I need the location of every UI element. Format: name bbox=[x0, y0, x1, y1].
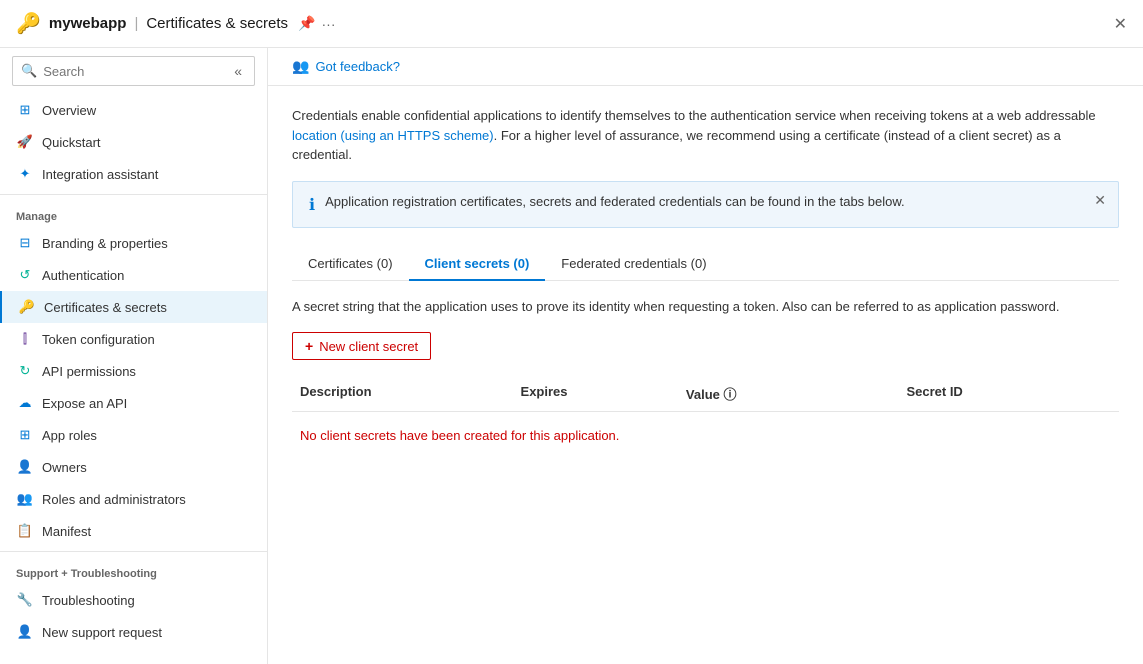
approles-icon: ⊞ bbox=[16, 426, 34, 444]
info-banner: ℹ Application registration certificates,… bbox=[292, 181, 1119, 228]
sidebar-item-new-support[interactable]: 👤 New support request bbox=[0, 616, 267, 648]
app-icon: 🔑 bbox=[16, 11, 41, 36]
token-icon: ⫿ bbox=[16, 330, 34, 348]
sidebar-item-quickstart[interactable]: 🚀 Quickstart bbox=[0, 126, 267, 158]
sidebar-item-certificates[interactable]: 🔑 Certificates & secrets bbox=[0, 291, 267, 323]
sidebar-item-manifest[interactable]: 📋 Manifest bbox=[0, 515, 267, 547]
tab-client-secrets[interactable]: Client secrets (0) bbox=[409, 248, 546, 281]
sidebar-label-branding: Branding & properties bbox=[42, 236, 168, 251]
sidebar-divider-support bbox=[0, 551, 267, 552]
sidebar-label-authentication: Authentication bbox=[42, 268, 124, 283]
table-header: Description Expires Value ⓘ Secret ID bbox=[292, 376, 1119, 412]
tab-federated-credentials[interactable]: Federated credentials (0) bbox=[545, 248, 722, 281]
support-section-label: Support + Troubleshooting bbox=[0, 556, 267, 584]
intro-text: Credentials enable confidential applicat… bbox=[292, 106, 1119, 165]
col-value: Value ⓘ bbox=[678, 384, 899, 403]
sidebar-label-new-support: New support request bbox=[42, 625, 162, 640]
auth-icon: ↺ bbox=[16, 266, 34, 284]
owners-icon: 👤 bbox=[16, 458, 34, 476]
branding-icon: ⊟ bbox=[16, 234, 34, 252]
sidebar-item-owners[interactable]: 👤 Owners bbox=[0, 451, 267, 483]
col-expires: Expires bbox=[513, 384, 678, 403]
manifest-icon: 📋 bbox=[16, 522, 34, 540]
content-area: 👥 Got feedback? Credentials enable confi… bbox=[268, 48, 1143, 664]
banner-close-button[interactable]: ✕ bbox=[1094, 192, 1106, 209]
tab-certificates[interactable]: Certificates (0) bbox=[292, 248, 409, 281]
sidebar-item-app-roles[interactable]: ⊞ App roles bbox=[0, 419, 267, 451]
grid-icon: ⊞ bbox=[16, 101, 34, 119]
more-icon[interactable]: ··· bbox=[322, 16, 336, 32]
sidebar-label-integration: Integration assistant bbox=[42, 167, 158, 182]
tab-description: A secret string that the application use… bbox=[292, 297, 1119, 317]
sidebar-label-token: Token configuration bbox=[42, 332, 155, 347]
sidebar-item-troubleshooting[interactable]: 🔧 Troubleshooting bbox=[0, 584, 267, 616]
sidebar-label-approles: App roles bbox=[42, 428, 97, 443]
sidebar-item-api-permissions[interactable]: ↻ API permissions bbox=[0, 355, 267, 387]
sidebar-search-container: 🔍 « bbox=[12, 56, 255, 86]
api-icon: ↻ bbox=[16, 362, 34, 380]
close-button[interactable]: ✕ bbox=[1114, 14, 1127, 34]
sidebar-divider-manage bbox=[0, 194, 267, 195]
sidebar-label-roles: Roles and administrators bbox=[42, 492, 186, 507]
col-description: Description bbox=[292, 384, 513, 403]
sidebar-item-integration[interactable]: ✦ Integration assistant bbox=[0, 158, 267, 190]
sidebar-label-overview: Overview bbox=[42, 103, 96, 118]
key-icon: 🔑 bbox=[18, 298, 36, 316]
feedback-bar: 👥 Got feedback? bbox=[268, 48, 1143, 86]
sidebar-label-certificates: Certificates & secrets bbox=[44, 300, 167, 315]
pin-icon[interactable]: 📌 bbox=[298, 15, 315, 32]
sidebar-item-roles-admin[interactable]: 👥 Roles and administrators bbox=[0, 483, 267, 515]
feedback-icon: 👥 bbox=[292, 58, 309, 75]
sidebar-item-authentication[interactable]: ↺ Authentication bbox=[0, 259, 267, 291]
info-icon: ℹ bbox=[309, 195, 315, 215]
manage-section-label: Manage bbox=[0, 199, 267, 227]
sidebar-label-owners: Owners bbox=[42, 460, 87, 475]
main-layout: 🔍 « ⊞ Overview 🚀 Quickstart ✦ Integratio… bbox=[0, 48, 1143, 664]
https-link[interactable]: location (using an HTTPS scheme) bbox=[292, 128, 494, 143]
feedback-text[interactable]: Got feedback? bbox=[315, 59, 400, 74]
sidebar-label-expose: Expose an API bbox=[42, 396, 127, 411]
sidebar: 🔍 « ⊞ Overview 🚀 Quickstart ✦ Integratio… bbox=[0, 48, 268, 664]
sidebar-item-overview[interactable]: ⊞ Overview bbox=[0, 94, 267, 126]
page-title: Certificates & secrets bbox=[146, 15, 288, 32]
collapse-button[interactable]: « bbox=[230, 61, 246, 81]
empty-state-message: No client secrets have been created for … bbox=[292, 412, 1119, 459]
sidebar-label-troubleshooting: Troubleshooting bbox=[42, 593, 135, 608]
troubleshoot-icon: 🔧 bbox=[16, 591, 34, 609]
new-client-secret-button[interactable]: + New client secret bbox=[292, 332, 431, 360]
support-icon: 👤 bbox=[16, 623, 34, 641]
sidebar-label-quickstart: Quickstart bbox=[42, 135, 101, 150]
new-secret-label: New client secret bbox=[319, 339, 418, 354]
rocket-icon: 🚀 bbox=[16, 133, 34, 151]
title-bar: 🔑 mywebapp | Certificates & secrets 📌 ··… bbox=[0, 0, 1143, 48]
app-name: mywebapp bbox=[49, 15, 127, 32]
col-secret-id: Secret ID bbox=[898, 384, 1119, 403]
sidebar-label-manifest: Manifest bbox=[42, 524, 91, 539]
tabs-container: Certificates (0) Client secrets (0) Fede… bbox=[292, 248, 1119, 281]
integration-icon: ✦ bbox=[16, 165, 34, 183]
sidebar-item-branding[interactable]: ⊟ Branding & properties bbox=[0, 227, 267, 259]
title-separator: | bbox=[134, 15, 138, 32]
banner-text: Application registration certificates, s… bbox=[325, 194, 905, 209]
plus-icon: + bbox=[305, 338, 313, 354]
roles-icon: 👥 bbox=[16, 490, 34, 508]
search-input[interactable] bbox=[43, 64, 230, 79]
sidebar-label-api: API permissions bbox=[42, 364, 136, 379]
search-icon: 🔍 bbox=[21, 63, 37, 79]
sidebar-item-token[interactable]: ⫿ Token configuration bbox=[0, 323, 267, 355]
content-body: Credentials enable confidential applicat… bbox=[268, 86, 1143, 479]
sidebar-item-expose-api[interactable]: ☁ Expose an API bbox=[0, 387, 267, 419]
expose-icon: ☁ bbox=[16, 394, 34, 412]
